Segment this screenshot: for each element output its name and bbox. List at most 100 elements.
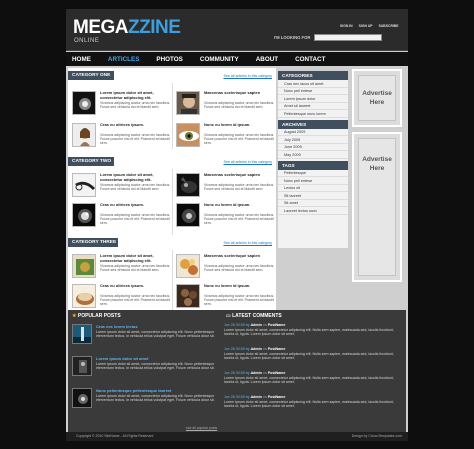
comment-author[interactable]: Admin bbox=[251, 323, 262, 327]
post-excerpt: Lorem ipsum dolor sit amet, consectetur … bbox=[96, 362, 215, 371]
article-item[interactable]: Nunc eu lorem id ipsum. Vivamus adipisci… bbox=[176, 202, 276, 231]
article-thumbnail bbox=[176, 284, 200, 308]
nav-photos[interactable]: PHOTOS bbox=[156, 56, 182, 63]
sidebar-tag-item[interactable]: Pellentesque bbox=[278, 170, 348, 177]
article-item[interactable]: Nunc eu lorem id ipsum. Vivamus adipisci… bbox=[176, 283, 276, 312]
article-item[interactable]: Lorem ipsum dolor sit amet, consectetur … bbox=[72, 172, 172, 201]
footer-copyright: Copyright © 2010 SiteName - All Rights R… bbox=[76, 434, 154, 438]
post-title[interactable]: Nunc pellentesque pellentesque laoreet bbox=[96, 388, 171, 393]
article-desc: Vivamus adipiscing auctor urna nec fauci… bbox=[204, 213, 275, 226]
header: MEGAZZINE ONLINE SIGN IN SIGN UP SUBSCRI… bbox=[66, 9, 408, 51]
article-title[interactable]: Cras eu ultrices ipsum. bbox=[100, 202, 172, 208]
sidebar-tag-item[interactable]: Nunc pell entese bbox=[278, 177, 348, 185]
article-title[interactable]: Nunc eu lorem id ipsum. bbox=[204, 283, 276, 289]
article-title[interactable]: Nunc eu lorem id ipsum. bbox=[204, 122, 276, 128]
comment-meta: Jun 26 09:09 by Admin on PostName bbox=[224, 347, 286, 351]
comment-post[interactable]: PostName bbox=[268, 347, 286, 351]
comment-author[interactable]: Admin bbox=[251, 347, 262, 351]
article-title[interactable]: Cras eu ultrices ipsum. bbox=[100, 283, 172, 289]
article-desc: Vivamus adipiscing auctor urna nec fauci… bbox=[204, 101, 275, 110]
sidebar-tag-item[interactable]: Lectus sit bbox=[278, 185, 348, 192]
see-all-link[interactable]: See all articles in this category bbox=[223, 241, 272, 245]
post-thumbnail bbox=[72, 388, 92, 408]
article-item[interactable]: Cras eu ultrices ipsum. Vivamus adipisci… bbox=[72, 283, 172, 312]
post-title[interactable]: Cras nec lorem lectus bbox=[96, 324, 138, 329]
article-title[interactable]: Lorem ipsum dolor sit amet, consectetur … bbox=[100, 172, 172, 182]
popular-post[interactable]: Cras nec lorem lectus Lorem ipsum dolor … bbox=[72, 324, 224, 350]
sidebar: CATEGORIES Cras nec lacus sit amet Nunc … bbox=[278, 71, 348, 248]
article-item[interactable]: Nunc eu lorem id ipsum. Vivamus adipisci… bbox=[176, 122, 276, 151]
article-item[interactable]: Maecenas scelerisque sapien Vivamus adip… bbox=[176, 90, 276, 119]
sidebar-category-item[interactable]: Pellentesque nunc lorem bbox=[278, 110, 348, 118]
article-title[interactable]: Maecenas scelerisque sapien bbox=[204, 90, 276, 96]
comment-post[interactable]: PostName bbox=[268, 323, 286, 327]
category-title: CATEGORY ONE bbox=[68, 71, 114, 80]
comment-text: Lorem ipsum dolor sit amet, consectetur … bbox=[224, 352, 394, 361]
comment-text: Lorem ipsum dolor sit amet, consectetur … bbox=[224, 328, 394, 337]
advertisement-box[interactable]: Advertise Here bbox=[352, 69, 402, 127]
sidebar-tag-item[interactable]: Laoreet lectus nunc bbox=[278, 207, 348, 215]
search-input[interactable] bbox=[314, 34, 383, 41]
article-title[interactable]: Lorem ipsum dolor sit amet, consectetur … bbox=[100, 90, 172, 100]
sidebar-archive-item[interactable]: June 2009 bbox=[278, 144, 348, 151]
comment-post[interactable]: PostName bbox=[268, 371, 286, 375]
sidebar-category-item[interactable]: Cras nec lacus sit amet bbox=[278, 80, 348, 88]
article-title[interactable]: Nunc eu lorem id ipsum. bbox=[204, 202, 276, 208]
article-item[interactable]: Lorem ipsum dolor sit amet, consectetur … bbox=[72, 90, 172, 119]
article-title[interactable]: Lorem ipsum dolor sit amet, consectetur … bbox=[100, 253, 172, 263]
post-excerpt: Lorem ipsum dolor sit amet, consectetur … bbox=[96, 330, 215, 339]
popular-post[interactable]: Nunc pellentesque pellentesque laoreet L… bbox=[72, 388, 224, 414]
article-item[interactable]: Maecenas scelerisque sapien Vivamus adip… bbox=[176, 253, 276, 282]
comment-author[interactable]: Admin bbox=[251, 395, 262, 399]
sidebar-tag-item[interactable]: Sit amet bbox=[278, 200, 348, 207]
article-thumbnail bbox=[72, 203, 96, 227]
site-logo[interactable]: MEGAZZINE bbox=[73, 18, 181, 37]
advertisement-box[interactable]: Advertise Here bbox=[352, 132, 402, 282]
article-thumbnail bbox=[72, 173, 96, 197]
nav-about[interactable]: ABOUT bbox=[256, 56, 278, 63]
category-title: CATEGORY THREE bbox=[68, 238, 118, 247]
post-excerpt: Lorem ipsum dolor sit amet, consectetur … bbox=[96, 394, 215, 403]
article-thumbnail bbox=[176, 91, 200, 115]
ad-label: Advertise Here bbox=[358, 138, 396, 276]
sign-up-link[interactable]: SIGN UP bbox=[359, 24, 373, 28]
article-title[interactable]: Cras eu ultrices ipsum. bbox=[100, 122, 172, 128]
sidebar-tags-list: Pellentesque Nunc pell entese Lectus sit… bbox=[278, 170, 348, 215]
nav-community[interactable]: COMMUNITY bbox=[200, 56, 239, 63]
comment-post[interactable]: PostName bbox=[268, 395, 286, 399]
article-item[interactable]: Cras eu ultrices ipsum. Vivamus adipisci… bbox=[72, 122, 172, 151]
popular-posts-title: POPULAR POSTS bbox=[77, 313, 121, 319]
article-desc: Vivamus adipiscing auctor urna nec fauci… bbox=[204, 294, 275, 307]
see-all-popular-link[interactable]: see all popular posts bbox=[186, 426, 217, 430]
article-item[interactable]: Cras eu ultrices ipsum. Vivamus adipisci… bbox=[72, 202, 172, 231]
sidebar-category-item[interactable]: Lorem ipsum dolor bbox=[278, 95, 348, 103]
nav-home[interactable]: HOME bbox=[72, 56, 91, 63]
article-title[interactable]: Maecenas scelerisque sapien bbox=[204, 172, 276, 178]
sign-in-link[interactable]: SIGN IN bbox=[340, 24, 353, 28]
comment-author[interactable]: Admin bbox=[251, 371, 262, 375]
article-item[interactable]: Maecenas scelerisque sapien Vivamus adip… bbox=[176, 172, 276, 201]
category-three: CATEGORY THREE See all articles in this … bbox=[68, 238, 276, 312]
subscribe-link[interactable]: SUBSCRIBE bbox=[379, 24, 399, 28]
see-all-link[interactable]: See all articles in this category bbox=[223, 74, 272, 78]
sidebar-archive-item[interactable]: August 2009 bbox=[278, 129, 348, 136]
footer-credit[interactable]: Design by ChocoTemplates.com bbox=[352, 434, 402, 438]
post-title[interactable]: Lorem ipsum dolor sit amet bbox=[96, 356, 148, 361]
popular-post[interactable]: Lorem ipsum dolor sit amet Lorem ipsum d… bbox=[72, 356, 224, 382]
article-title[interactable]: Maecenas scelerisque sapien bbox=[204, 253, 276, 259]
sidebar-archive-item[interactable]: July 2009 bbox=[278, 136, 348, 144]
article-thumbnail bbox=[72, 284, 96, 308]
article-desc: Vivamus adipiscing auctor urna nec fauci… bbox=[204, 264, 275, 273]
article-item[interactable]: Lorem ipsum dolor sit amet, consectetur … bbox=[72, 253, 172, 282]
main-content: CATEGORY ONE See all articles in this ca… bbox=[68, 68, 276, 312]
category-two: CATEGORY TWO See all articles in this ca… bbox=[68, 157, 276, 237]
nav-contact[interactable]: CONTACT bbox=[295, 56, 325, 63]
see-all-link[interactable]: See all articles in this category bbox=[223, 160, 272, 164]
sidebar-category-item[interactable]: Nunc pell entese bbox=[278, 88, 348, 95]
nav-articles[interactable]: ARTICLES bbox=[108, 56, 140, 63]
sidebar-archive-item[interactable]: May 2009 bbox=[278, 151, 348, 159]
sidebar-tag-item[interactable]: Sit laoreet bbox=[278, 192, 348, 200]
sidebar-category-item[interactable]: Amet sit laoreet bbox=[278, 103, 348, 110]
article-desc: Vivamus adipiscing auctor urna nec fauci… bbox=[100, 183, 171, 192]
article-desc: Vivamus adipiscing auctor urna nec fauci… bbox=[204, 133, 275, 146]
